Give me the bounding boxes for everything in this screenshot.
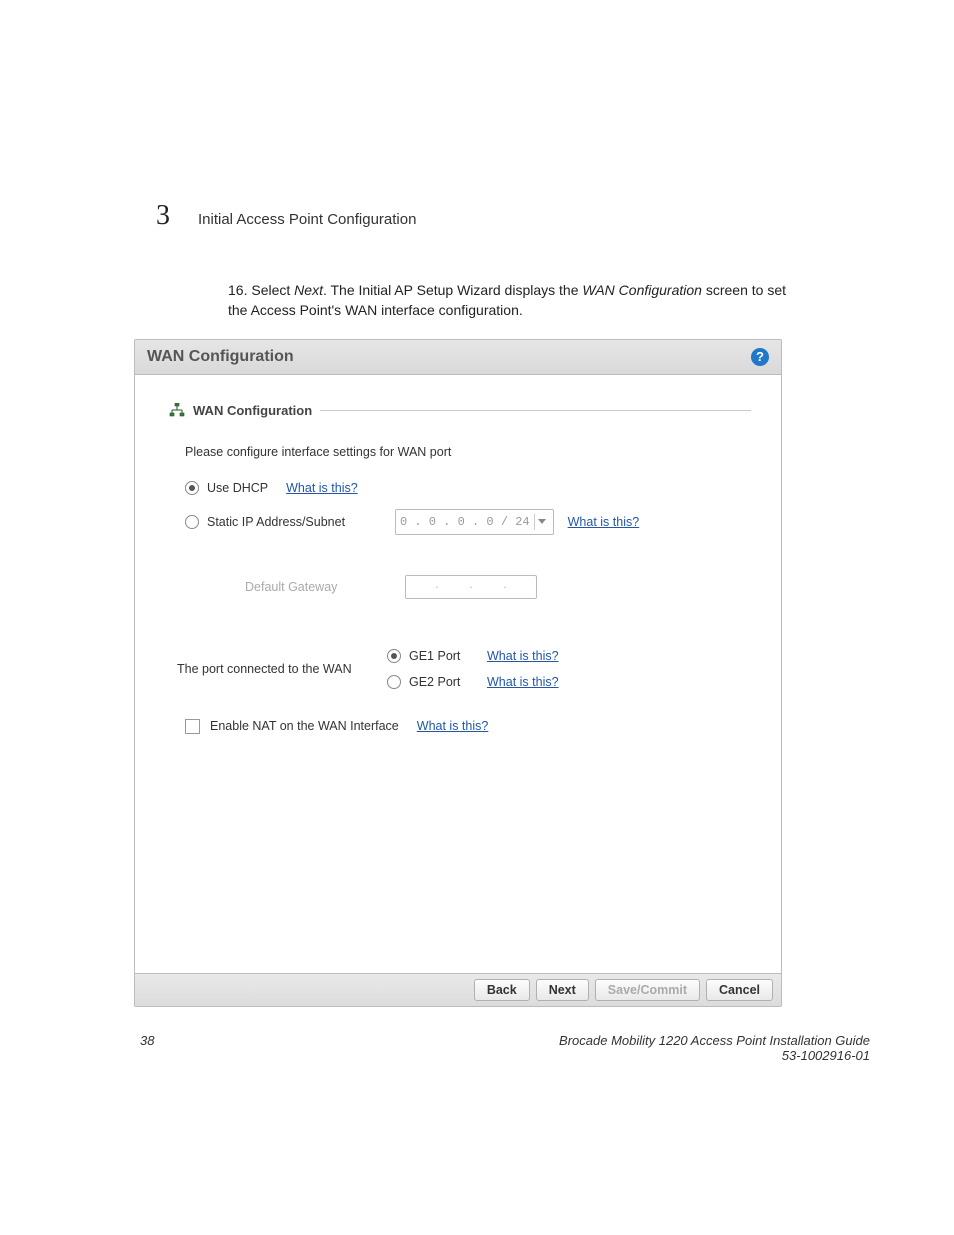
section-label: WAN Configuration [193, 403, 312, 418]
network-icon [169, 403, 185, 419]
ge2-label: GE2 Port [409, 675, 469, 689]
static-ip-input[interactable]: 0 . 0 . 0 . 0 / 24 [395, 509, 554, 535]
ge2-help-link[interactable]: What is this? [487, 675, 559, 689]
step-instruction: 16. Select Next. The Initial AP Setup Wi… [228, 280, 788, 321]
section-header: WAN Configuration [169, 403, 751, 419]
cancel-button[interactable]: Cancel [706, 979, 773, 1001]
guide-title: Brocade Mobility 1220 Access Point Insta… [559, 1033, 870, 1048]
page-footer: 38 Brocade Mobility 1220 Access Point In… [80, 1033, 874, 1063]
gateway-label: Default Gateway [245, 580, 375, 594]
save-commit-button: Save/Commit [595, 979, 700, 1001]
radio-ge1[interactable] [387, 649, 401, 663]
radio-static-ip[interactable] [185, 515, 199, 529]
dhcp-help-link[interactable]: What is this? [286, 481, 358, 495]
chapter-title: Initial Access Point Configuration [198, 211, 416, 228]
panel-title: WAN Configuration [147, 348, 294, 366]
chapter-header: 3 Initial Access Point Configuration [156, 200, 874, 232]
subnet-dropdown-icon[interactable] [534, 514, 549, 530]
step-action: Next [294, 282, 323, 298]
radio-use-dhcp[interactable] [185, 481, 199, 495]
ip-value: 0 . 0 . 0 . 0 / 24 [400, 515, 530, 529]
checkbox-enable-nat[interactable] [185, 719, 200, 734]
panel-footer: Back Next Save/Commit Cancel [135, 973, 781, 1006]
step-mid: . The Initial AP Setup Wizard displays t… [323, 282, 582, 298]
chapter-number: 3 [156, 200, 170, 232]
intro-text: Please configure interface settings for … [185, 445, 451, 459]
step-screen: WAN Configuration [582, 282, 702, 298]
ge1-label: GE1 Port [409, 649, 469, 663]
static-help-link[interactable]: What is this? [568, 515, 640, 529]
document-number: 53-1002916-01 [559, 1048, 870, 1063]
radio-ge2[interactable] [387, 675, 401, 689]
nat-help-link[interactable]: What is this? [417, 719, 489, 733]
back-button[interactable]: Back [474, 979, 530, 1001]
wan-port-label: The port connected to the WAN [169, 662, 387, 676]
ge1-help-link[interactable]: What is this? [487, 649, 559, 663]
next-button[interactable]: Next [536, 979, 589, 1001]
static-label: Static IP Address/Subnet [207, 515, 377, 529]
gateway-input[interactable]: ... [405, 575, 537, 599]
section-divider [320, 410, 751, 411]
step-number: 16. [228, 282, 247, 298]
page-number: 38 [140, 1033, 154, 1048]
wan-config-panel: WAN Configuration ? WAN Configuration Pl… [134, 339, 782, 1007]
dhcp-label: Use DHCP [207, 481, 268, 495]
nat-label: Enable NAT on the WAN Interface [210, 719, 399, 733]
step-prefix: Select [251, 282, 294, 298]
panel-titlebar: WAN Configuration ? [135, 340, 781, 375]
help-icon[interactable]: ? [751, 348, 769, 366]
